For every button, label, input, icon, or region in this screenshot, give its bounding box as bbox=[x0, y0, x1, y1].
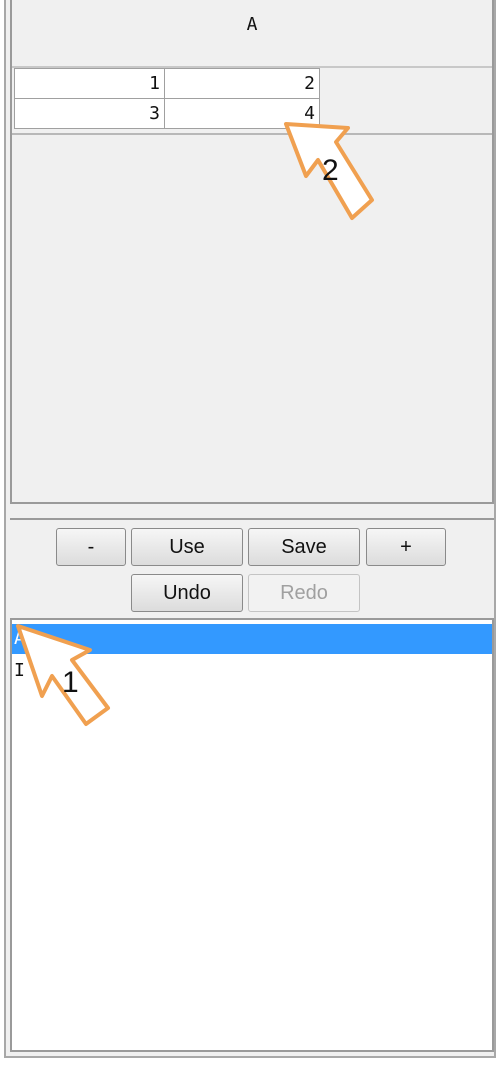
table-divider bbox=[12, 133, 492, 135]
data-table: 1 2 3 4 bbox=[14, 68, 320, 129]
table-cell[interactable]: 3 bbox=[14, 98, 165, 129]
remove-button[interactable]: - bbox=[56, 528, 126, 566]
add-button[interactable]: + bbox=[366, 528, 446, 566]
table-row: 3 4 bbox=[14, 98, 320, 129]
undo-button[interactable]: Undo bbox=[131, 574, 243, 612]
callout-number: 2 bbox=[322, 154, 339, 187]
preview-panel: A 1 2 3 4 bbox=[10, 0, 494, 504]
callout-number: 1 bbox=[62, 666, 79, 699]
panel-splitter[interactable] bbox=[10, 518, 494, 520]
table-row: 1 2 bbox=[14, 68, 320, 99]
use-button[interactable]: Use bbox=[131, 528, 243, 566]
table-cell[interactable]: 1 bbox=[14, 68, 165, 99]
redo-button[interactable]: Redo bbox=[248, 574, 360, 612]
table-cell[interactable]: 2 bbox=[164, 68, 320, 99]
save-button[interactable]: Save bbox=[248, 528, 360, 566]
page-title: A bbox=[246, 14, 258, 35]
